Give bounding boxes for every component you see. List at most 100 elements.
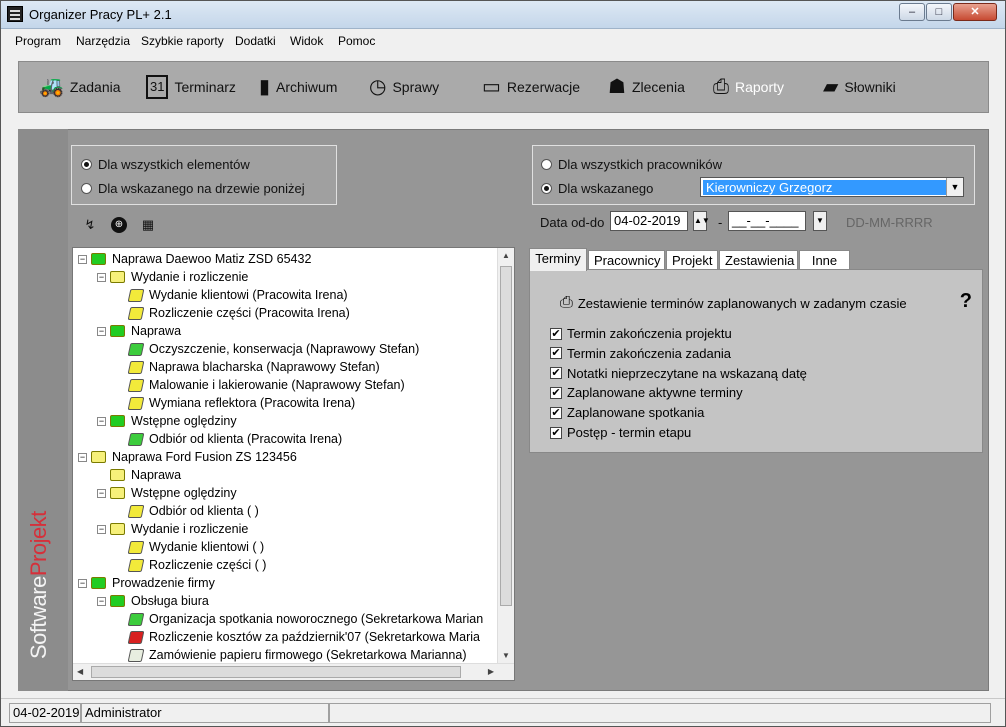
scroll-up-icon[interactable]: ▲ <box>502 251 510 260</box>
folder-icon <box>110 271 125 283</box>
menu-szybkie-raporty[interactable]: Szybkie raporty <box>141 34 224 48</box>
date-to-spinner[interactable]: ▼ <box>813 211 827 231</box>
employee-select[interactable]: Kierowniczy Grzegorz ▼ <box>700 177 964 197</box>
scroll-left-icon[interactable]: ◀ <box>77 667 83 676</box>
calendar-settings-icon[interactable]: ▦ <box>140 217 156 233</box>
expand-toggle-icon[interactable]: − <box>97 524 106 534</box>
task-icon <box>127 648 145 662</box>
tree-vertical-scrollbar[interactable]: ▲ ▼ <box>497 248 514 663</box>
brand-sidebar: SoftwareProjekt <box>18 129 68 691</box>
toolbar-rezerwacje[interactable]: ▭ Rezerwacje <box>482 74 580 100</box>
tab-projekt[interactable]: Projekt <box>666 250 718 270</box>
book-icon: ▰ <box>823 76 839 98</box>
checkbox-box[interactable]: ✔ <box>550 426 562 439</box>
tree-node[interactable]: Rozliczenie kosztów za październik'07 (S… <box>116 628 480 646</box>
maximize-button[interactable]: □ <box>926 3 952 21</box>
tree-node[interactable]: − Obsługa biura <box>97 592 209 610</box>
tree-node[interactable]: Wymiana reflektora (Pracowita Irena) <box>116 394 355 412</box>
tab-zestawienia[interactable]: Zestawienia <box>719 250 798 270</box>
tree-node[interactable]: Wydanie klientowi ( ) <box>116 538 264 556</box>
checkbox-box[interactable]: ✔ <box>550 347 562 360</box>
employee-selected-radio[interactable]: Dla wskazanego <box>541 181 653 196</box>
employee-all-radio[interactable]: Dla wszystkich pracowników <box>541 157 722 172</box>
tree-node[interactable]: − Prowadzenie firmy <box>78 574 215 592</box>
tree-node[interactable]: − Wstępne oględziny <box>97 484 237 502</box>
toolbar-terminarz[interactable]: 31 Terminarz <box>146 74 236 100</box>
tree-horizontal-scrollbar[interactable]: ◀ ▶ <box>73 663 514 680</box>
tab-pracownicy[interactable]: Pracownicy <box>588 250 665 270</box>
scroll-thumb[interactable] <box>500 266 512 606</box>
date-from-spinner[interactable]: ▲▼ <box>693 211 710 231</box>
report-option-checkbox[interactable]: ✔ Termin zakończenia projektu <box>550 326 732 341</box>
main-toolbar: 🚜 Zadania 31 Terminarz ▮ Archiwum ◷ Spra… <box>18 61 989 113</box>
report-option-checkbox[interactable]: ✔ Notatki nieprzeczytane na wskazaną datę <box>550 366 807 381</box>
scroll-right-icon[interactable]: ▶ <box>488 667 494 676</box>
report-option-checkbox[interactable]: ✔ Postęp - termin etapu <box>550 425 691 440</box>
expand-toggle-icon[interactable]: − <box>97 272 106 282</box>
people-icon: ☗ <box>608 76 626 98</box>
tab-terminy[interactable]: Terminy <box>529 248 587 271</box>
tree-node[interactable]: Rozliczenie części ( ) <box>116 556 266 574</box>
toolbar-slowniki[interactable]: ▰ Słowniki <box>823 74 896 100</box>
date-to-field[interactable]: __-__-____ <box>728 211 806 231</box>
tree-node[interactable]: Naprawa blacharska (Naprawowy Stefan) <box>116 358 380 376</box>
toolbar-zadania[interactable]: 🚜 Zadania <box>39 74 121 100</box>
menu-dodatki[interactable]: Dodatki <box>235 34 276 48</box>
toolbar-label: Zlecenia <box>631 79 685 95</box>
report-option-checkbox[interactable]: ✔ Zaplanowane spotkania <box>550 405 704 420</box>
tree-node[interactable]: Oczyszczenie, konserwacja (Naprawowy Ste… <box>116 340 419 358</box>
menu-program[interactable]: Program <box>15 34 61 48</box>
folder-icon <box>91 577 106 589</box>
report-title[interactable]: ⎙ Zestawienie terminów zaplanowanych w z… <box>560 294 907 312</box>
tree-node[interactable]: Rozliczenie części (Pracowita Irena) <box>116 304 350 322</box>
menu-narzedzia[interactable]: Narzędzia <box>76 34 130 48</box>
folder-icon <box>110 325 125 337</box>
report-option-checkbox[interactable]: ✔ Zaplanowane aktywne terminy <box>550 385 743 400</box>
expand-toggle-icon[interactable]: − <box>78 452 87 462</box>
tree-node[interactable]: Odbiór od klienta (Pracowita Irena) <box>116 430 342 448</box>
tree-node[interactable]: Odbiór od klienta ( ) <box>116 502 259 520</box>
tree-node[interactable]: − Naprawa Ford Fusion ZS 123456 <box>78 448 297 466</box>
scroll-thumb[interactable] <box>91 666 461 678</box>
checkbox-box[interactable]: ✔ <box>550 367 562 380</box>
toolbar-raporty[interactable]: ⎙ Raporty <box>713 74 784 100</box>
app-icon[interactable] <box>7 6 23 22</box>
chevron-down-icon[interactable]: ▼ <box>946 178 963 196</box>
tree-node[interactable]: Organizacja spotkania noworocznego (Sekr… <box>116 610 483 628</box>
expand-toggle-icon[interactable]: − <box>97 326 106 336</box>
checkbox-box[interactable]: ✔ <box>550 386 562 399</box>
expand-toggle-icon[interactable]: − <box>97 416 106 426</box>
checkbox-box[interactable]: ✔ <box>550 327 562 340</box>
tab-inne[interactable]: Inne <box>799 250 850 270</box>
expand-toggle-icon[interactable]: − <box>97 488 106 498</box>
refresh-icon[interactable]: ↯ <box>82 217 98 233</box>
menu-pomoc[interactable]: Pomoc <box>338 34 375 48</box>
minimize-button[interactable]: – <box>899 3 925 21</box>
tree-node[interactable]: − Wydanie i rozliczenie <box>97 520 248 538</box>
expand-toggle-icon[interactable]: − <box>97 596 106 606</box>
tree-node[interactable]: − Wydanie i rozliczenie <box>97 268 248 286</box>
report-option-checkbox[interactable]: ✔ Termin zakończenia zadania <box>550 346 731 361</box>
toolbar-archiwum[interactable]: ▮ Archiwum <box>259 74 337 100</box>
search-icon[interactable]: ⊕ <box>111 217 127 233</box>
tree-node[interactable]: Zamówienie papieru firmowego (Sekretarko… <box>116 646 467 664</box>
tree-node[interactable]: − Wstępne oględziny <box>97 412 237 430</box>
toolbar-sprawy[interactable]: ◷ Sprawy <box>369 74 439 100</box>
tree-node[interactable]: Naprawa <box>97 466 181 484</box>
expand-toggle-icon[interactable]: − <box>78 578 87 588</box>
tree-node[interactable]: − Naprawa <box>97 322 181 340</box>
scope-all-radio[interactable]: Dla wszystkich elementów <box>81 157 250 172</box>
checkbox-box[interactable]: ✔ <box>550 406 562 419</box>
tree-node[interactable]: Malowanie i lakierowanie (Naprawowy Stef… <box>116 376 405 394</box>
date-from-field[interactable]: 04-02-2019 <box>610 211 688 231</box>
close-button[interactable]: ✕ <box>953 3 997 21</box>
tree-node[interactable]: Wydanie klientowi (Pracowita Irena) <box>116 286 348 304</box>
toolbar-label: Raporty <box>735 79 785 95</box>
menu-widok[interactable]: Widok <box>290 34 323 48</box>
toolbar-zlecenia[interactable]: ☗ Zlecenia <box>608 74 685 100</box>
expand-toggle-icon[interactable]: − <box>78 254 87 264</box>
help-icon[interactable]: ? <box>960 290 972 313</box>
tree-node[interactable]: − Naprawa Daewoo Matiz ZSD 65432 <box>78 250 311 268</box>
scroll-down-icon[interactable]: ▼ <box>502 651 510 660</box>
scope-selected-radio[interactable]: Dla wskazanego na drzewie poniżej <box>81 181 305 196</box>
